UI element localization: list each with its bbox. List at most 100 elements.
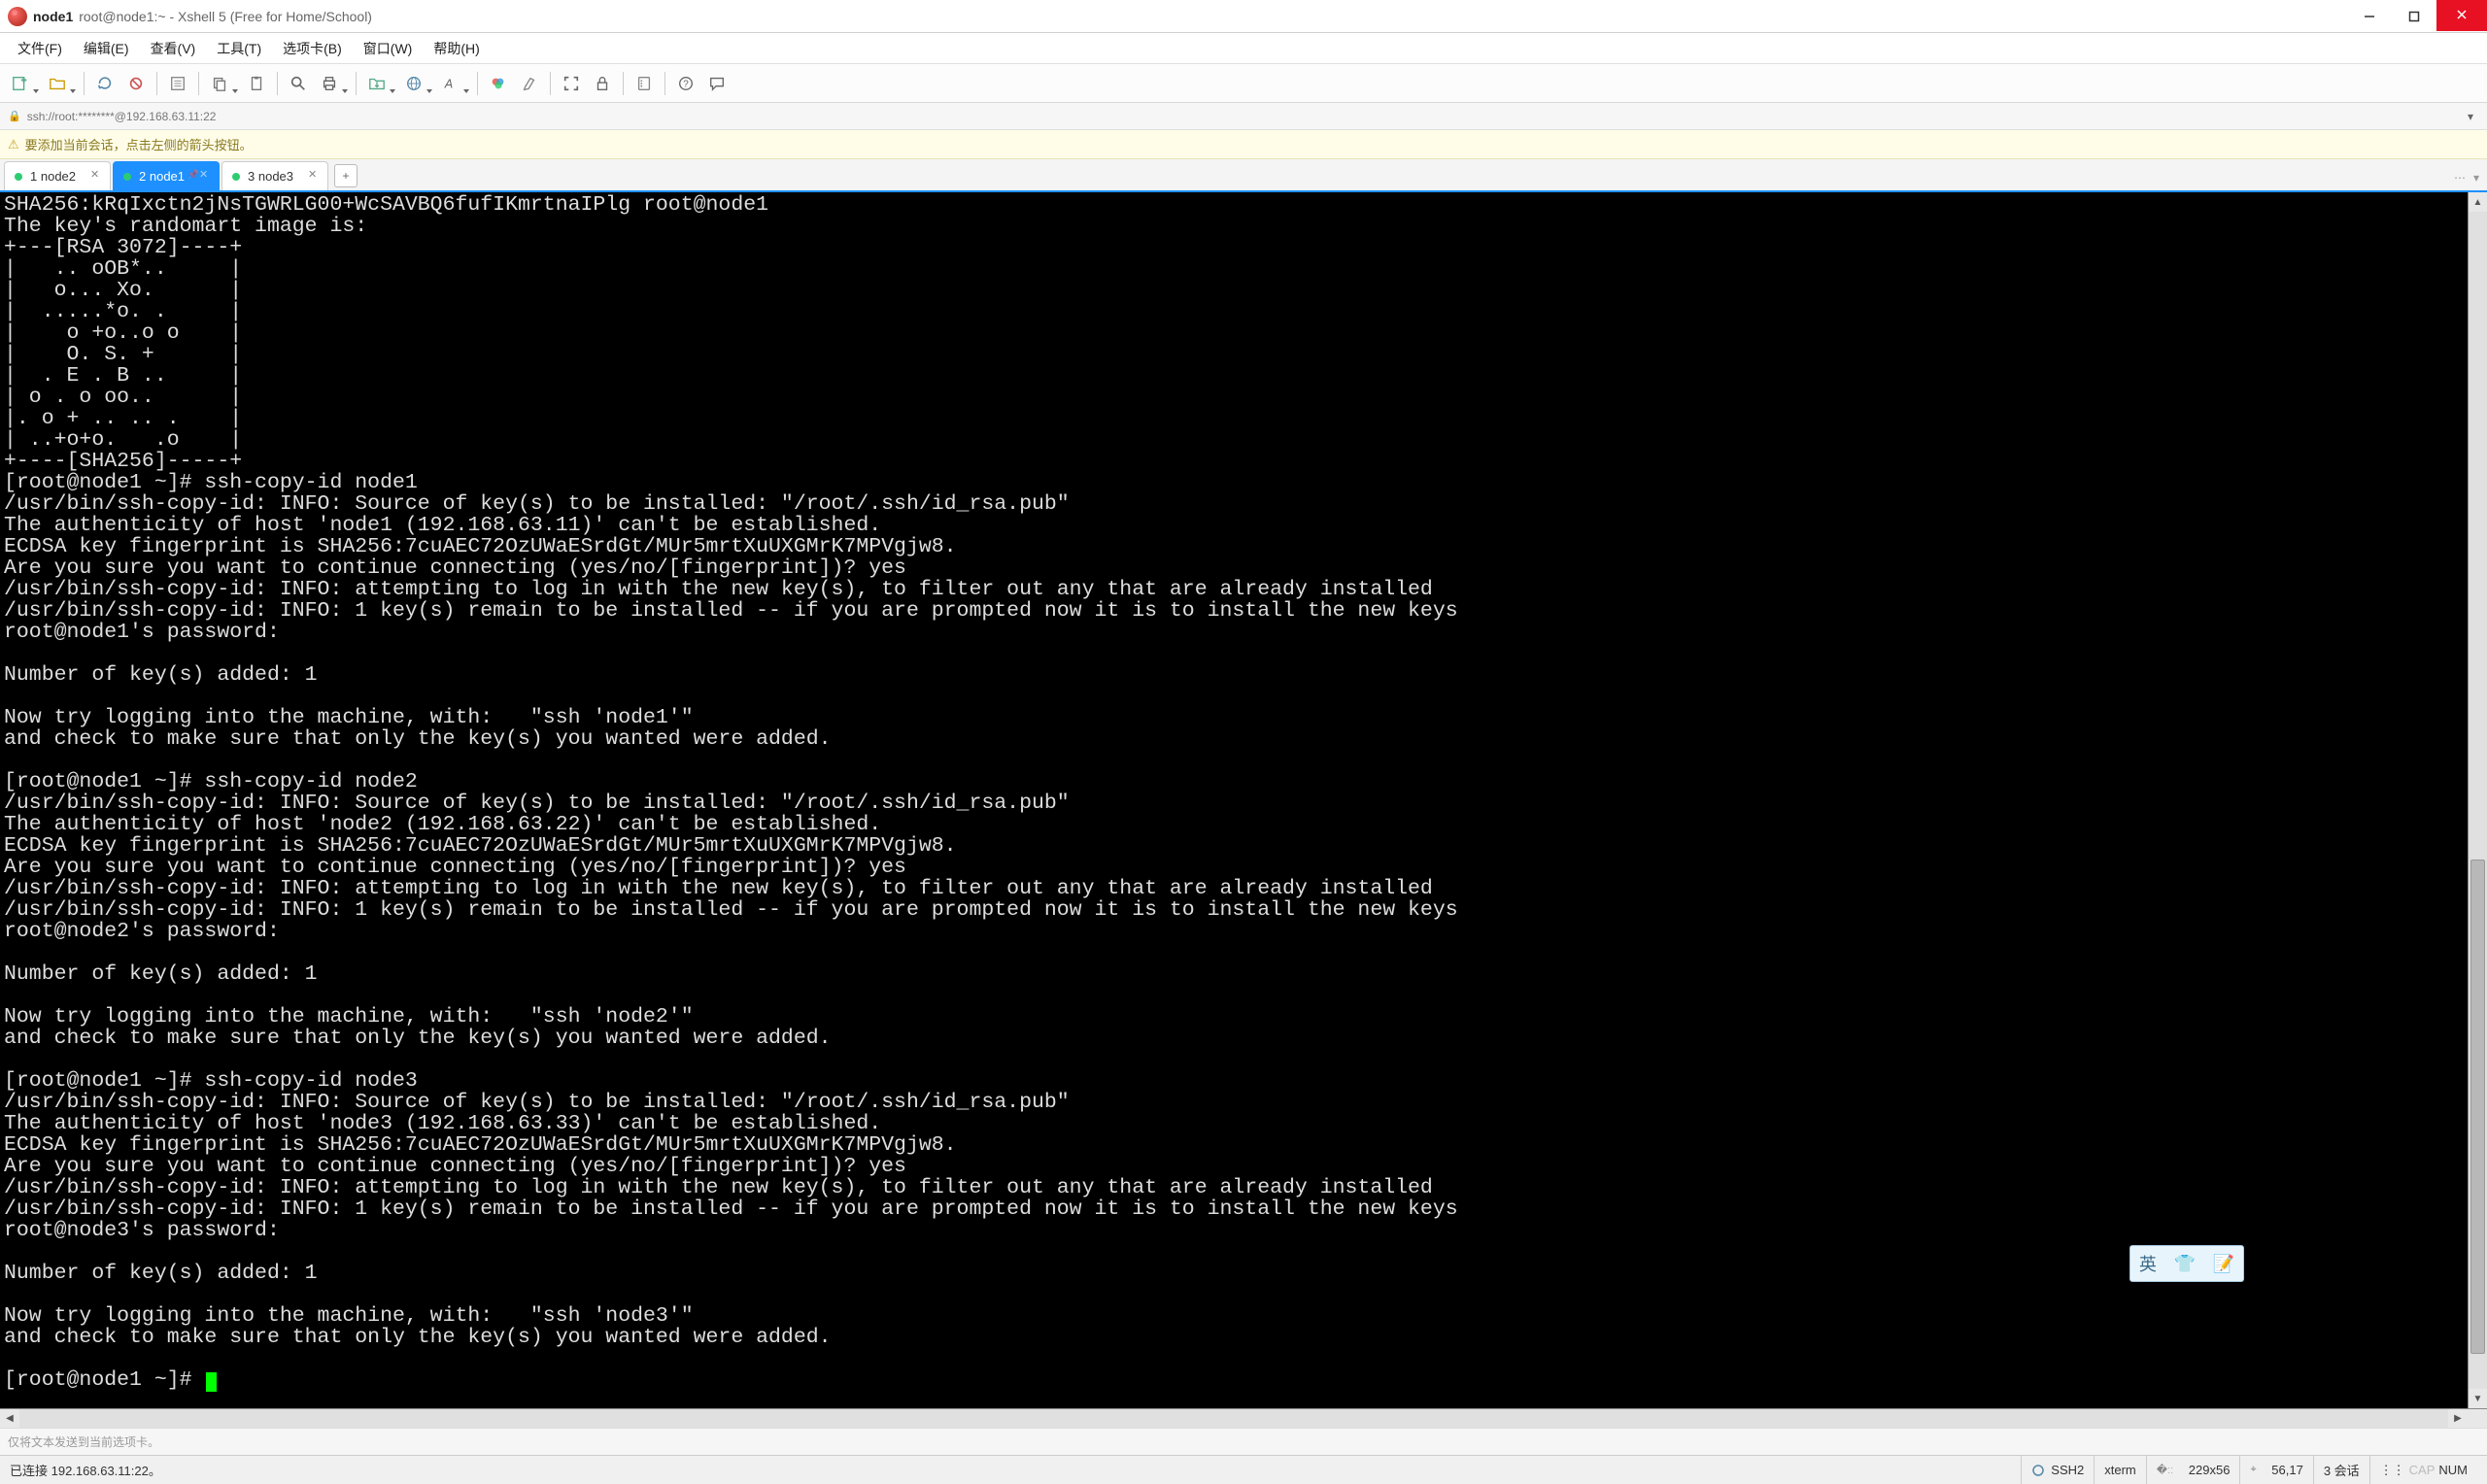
transfer-button[interactable]: [362, 69, 397, 98]
tab-close-icon[interactable]: ✕: [308, 168, 322, 182]
scroll-right-button[interactable]: ▶: [2448, 1409, 2468, 1428]
menu-bar: 文件(F) 编辑(E) 查看(V) 工具(T) 选项卡(B) 窗口(W) 帮助(…: [0, 33, 2487, 64]
address-text[interactable]: ssh://root:********@192.168.63.11:22: [27, 110, 217, 123]
window-title-main: node1: [33, 9, 73, 24]
status-cursor-pos: ⌖ 56,17: [2239, 1456, 2312, 1484]
tab-close-icon[interactable]: ✕: [199, 168, 213, 182]
menu-view[interactable]: 查看(V): [141, 35, 206, 62]
scroll-left-button[interactable]: ◀: [0, 1409, 19, 1428]
address-dropdown-icon[interactable]: ▾: [2462, 110, 2479, 123]
toolbar-separator: [550, 72, 551, 95]
svg-text:?: ?: [683, 79, 689, 89]
toolbar-separator: [156, 72, 157, 95]
toolbar-separator: [623, 72, 624, 95]
find-button[interactable]: [284, 69, 313, 98]
tab-pin-icon[interactable]: 📌: [187, 170, 199, 181]
help-button[interactable]: ?: [671, 69, 700, 98]
toolbar: A ?: [0, 64, 2487, 103]
tab-number: 1: [30, 169, 37, 184]
info-bar: ⚠ 要添加当前会话，点击左侧的箭头按钮。: [0, 130, 2487, 159]
terminal-wrapper: SHA256:kRqIxctn2jNsTGWRLG00+WcSAVBQ6fufI…: [0, 192, 2487, 1408]
lock-button[interactable]: [588, 69, 617, 98]
disconnect-button[interactable]: [121, 69, 151, 98]
highlight-button[interactable]: [515, 69, 544, 98]
toolbar-separator: [198, 72, 199, 95]
scroll-corner: [2468, 1409, 2487, 1428]
toolbar-separator: [664, 72, 665, 95]
scroll-up-button[interactable]: ▲: [2469, 192, 2487, 212]
ime-widget[interactable]: 英 👕 📝: [2129, 1245, 2244, 1282]
feedback-button[interactable]: [702, 69, 732, 98]
title-bar: node1 root@node1:~ - Xshell 5 (Free for …: [0, 0, 2487, 33]
properties-button[interactable]: [163, 69, 192, 98]
tab-number: 3: [248, 169, 255, 184]
tab-node3[interactable]: 3 node3 ✕: [221, 161, 328, 190]
color-scheme-button[interactable]: [484, 69, 513, 98]
tab-node2[interactable]: 1 node2 ✕: [4, 161, 111, 190]
horizontal-scrollbar[interactable]: ◀ ▶: [0, 1408, 2487, 1428]
tab-label: node2: [41, 169, 76, 184]
tab-number: 2: [139, 169, 146, 184]
ime-lang[interactable]: 英: [2139, 1251, 2157, 1276]
status-num: NUM: [2438, 1463, 2468, 1477]
compose-hint-text: 仅将文本发送到当前选项卡。: [8, 1433, 159, 1450]
toolbar-separator: [477, 72, 478, 95]
minimize-button[interactable]: [2347, 3, 2392, 30]
ime-shirt-icon[interactable]: 👕: [2174, 1254, 2196, 1274]
hscroll-track[interactable]: [19, 1409, 2448, 1428]
tab-arrange-icon[interactable]: ⋯: [2454, 171, 2466, 185]
scroll-track[interactable]: [2469, 212, 2487, 1389]
status-connection: 已连接 192.168.63.11:22。: [10, 1461, 161, 1479]
close-button[interactable]: [2436, 0, 2487, 31]
fullscreen-button[interactable]: [557, 69, 586, 98]
print-button[interactable]: [315, 69, 350, 98]
terminal-output: SHA256:kRqIxctn2jNsTGWRLG00+WcSAVBQ6fufI…: [4, 193, 1458, 1392]
reconnect-button[interactable]: [90, 69, 119, 98]
status-size: �ːː 229x56: [2146, 1456, 2240, 1484]
encoding-button[interactable]: [399, 69, 434, 98]
window-title-sub: root@node1:~ - Xshell 5 (Free for Home/S…: [79, 9, 372, 24]
status-dot-icon: [15, 173, 22, 181]
scroll-thumb[interactable]: [2470, 860, 2485, 1354]
status-protocol: SSH2: [2021, 1456, 2094, 1484]
ime-note-icon[interactable]: 📝: [2213, 1254, 2234, 1274]
open-button[interactable]: [43, 69, 78, 98]
menu-file[interactable]: 文件(F): [8, 35, 72, 62]
menu-edit[interactable]: 编辑(E): [74, 35, 139, 62]
toolbar-separator: [356, 72, 357, 95]
tab-label: node1: [150, 169, 185, 184]
paste-button[interactable]: [242, 69, 271, 98]
info-text: 要添加当前会话，点击左侧的箭头按钮。: [25, 135, 253, 153]
svg-text:A: A: [444, 77, 453, 90]
tab-tools: ⋯ ▾: [2454, 171, 2479, 185]
status-dots-icon: ⋮⋮: [2380, 1463, 2405, 1478]
menu-window[interactable]: 窗口(W): [354, 35, 423, 62]
terminal[interactable]: SHA256:kRqIxctn2jNsTGWRLG00+WcSAVBQ6fufI…: [0, 192, 2468, 1408]
tab-label: node3: [258, 169, 293, 184]
scroll-down-button[interactable]: ▼: [2469, 1389, 2487, 1408]
tab-add-button[interactable]: +: [334, 164, 358, 187]
compose-hint-bar[interactable]: 仅将文本发送到当前选项卡。: [0, 1428, 2487, 1455]
tab-node1[interactable]: 2 node1 📌 ✕: [113, 161, 220, 190]
menu-tabs[interactable]: 选项卡(B): [273, 35, 352, 62]
status-termtype: xterm: [2094, 1456, 2146, 1484]
tab-close-icon[interactable]: ✕: [90, 168, 104, 182]
copy-button[interactable]: [205, 69, 240, 98]
log-button[interactable]: [630, 69, 659, 98]
tab-bar: 1 node2 ✕ 2 node1 📌 ✕ 3 node3 ✕ + ⋯ ▾: [0, 159, 2487, 192]
menu-tools[interactable]: 工具(T): [207, 35, 271, 62]
tab-list-icon[interactable]: ▾: [2473, 171, 2479, 185]
terminal-cursor: [206, 1372, 217, 1392]
vertical-scrollbar[interactable]: ▲ ▼: [2468, 192, 2487, 1408]
new-session-button[interactable]: [6, 69, 41, 98]
status-caps: CAP: [2409, 1463, 2436, 1477]
status-bar: 已连接 192.168.63.11:22。 SSH2 xterm �ːː 229…: [0, 1455, 2487, 1484]
toolbar-separator: [84, 72, 85, 95]
status-dot-icon: [232, 173, 240, 181]
maximize-button[interactable]: [2392, 3, 2436, 30]
menu-help[interactable]: 帮助(H): [424, 35, 489, 62]
toolbar-separator: [277, 72, 278, 95]
status-dot-icon: [123, 173, 131, 181]
font-button[interactable]: A: [436, 69, 471, 98]
warning-icon: ⚠: [8, 137, 19, 152]
